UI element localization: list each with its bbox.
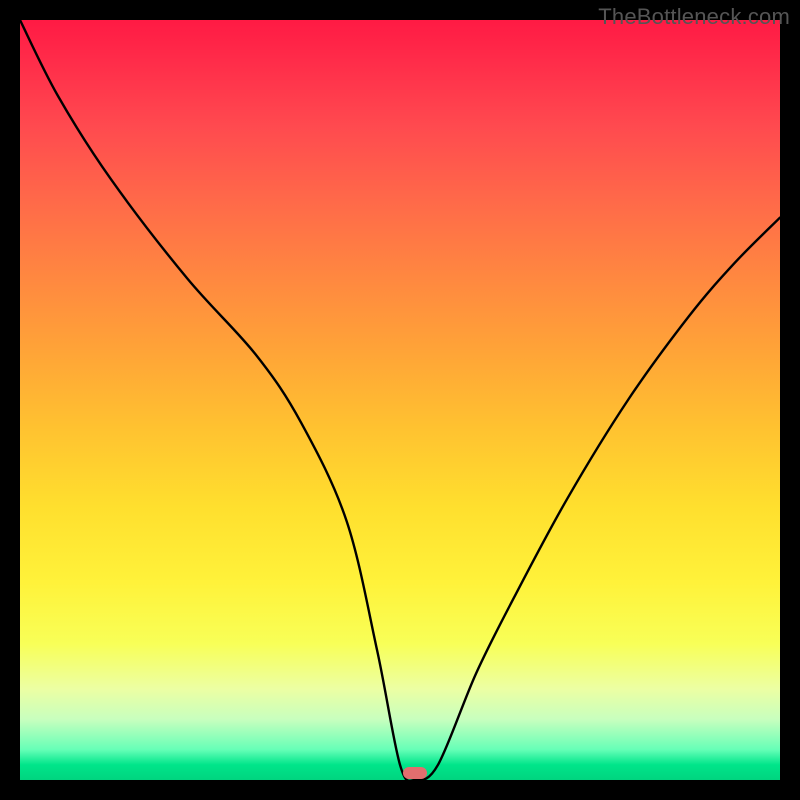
bottleneck-curve — [20, 20, 780, 780]
chart-frame: TheBottleneck.com — [0, 0, 800, 800]
watermark-text: TheBottleneck.com — [598, 4, 790, 30]
curve-path — [20, 20, 780, 780]
plot-area — [20, 20, 780, 780]
optimum-marker — [403, 767, 427, 779]
